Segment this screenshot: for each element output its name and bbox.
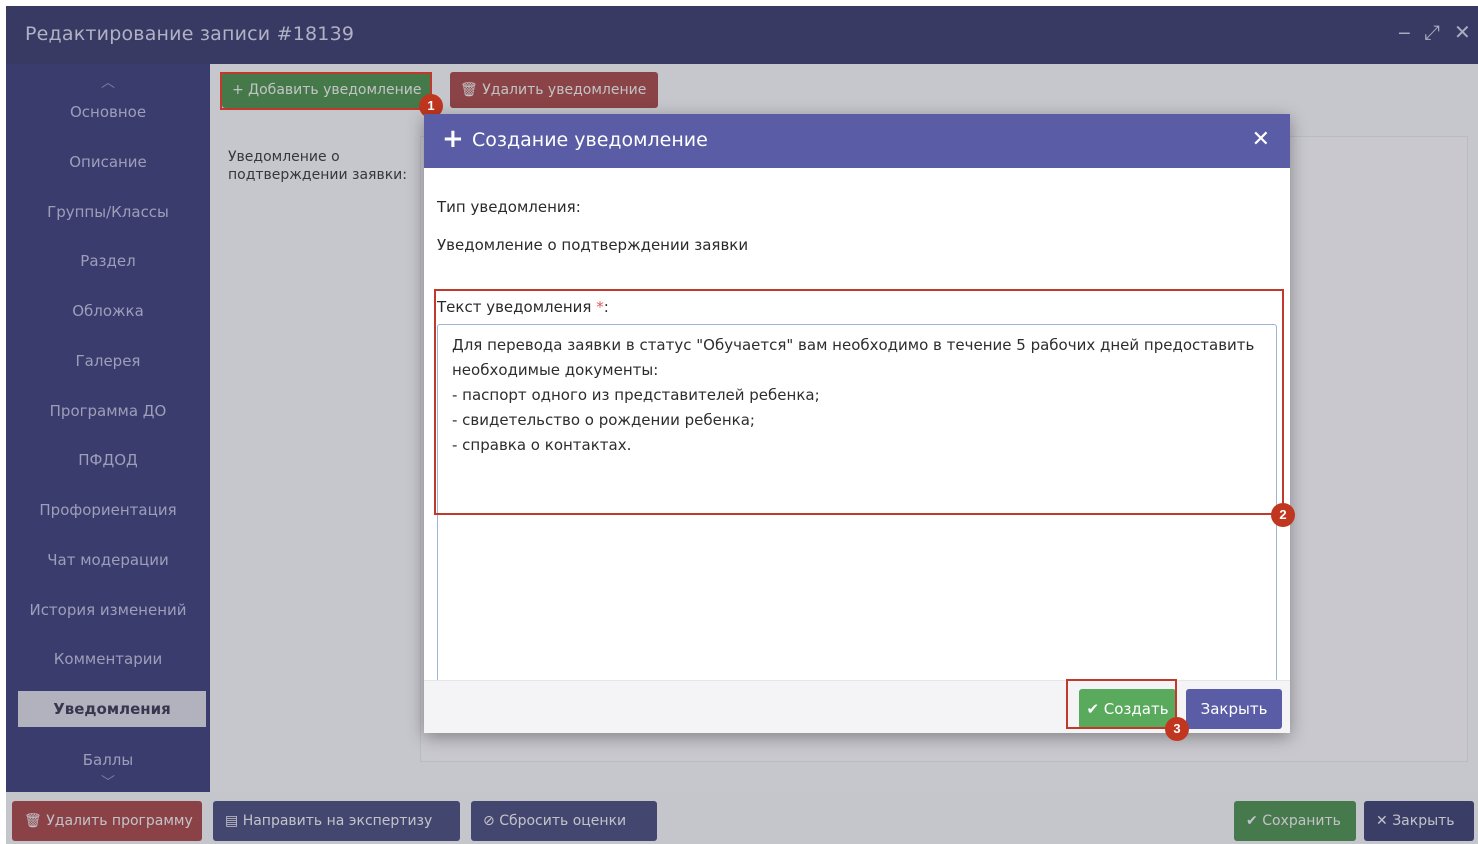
dialog-footer: ✔ Создать Закрыть (424, 680, 1290, 733)
step-marker-3: 3 (1165, 717, 1189, 741)
minimize-icon[interactable]: ‒ (1398, 20, 1411, 44)
text-label-text: Текст уведомления (437, 298, 592, 316)
sidebar-item-groups[interactable]: Группы/Классы (6, 192, 210, 232)
delete-notification-label: Удалить уведомление (482, 82, 647, 98)
ban-icon: ⊘ (483, 813, 500, 829)
close-label: Закрыть (1392, 813, 1455, 829)
sidebar-item-cover[interactable]: Обложка (6, 291, 210, 331)
sidebar-item-comments[interactable]: Комментарии (6, 639, 210, 679)
delete-program-button[interactable]: 🗑 Удалить программу (12, 801, 202, 841)
title-bar: Редактирование записи #18139 ‒ ⤢ ✕ (6, 6, 1478, 64)
delete-program-label: Удалить программу (46, 813, 193, 829)
delete-notification-button[interactable]: 🗑 Удалить уведомление (450, 72, 658, 108)
check-icon: ✔ (1246, 813, 1263, 829)
text-line: - паспорт одного из представителей ребен… (452, 386, 820, 404)
add-notification-button[interactable]: + Добавить уведомление (222, 72, 432, 108)
save-button[interactable]: ✔ Сохранить (1234, 801, 1356, 841)
create-button[interactable]: ✔ Создать (1079, 689, 1176, 729)
bottom-toolbar: 🗑 Удалить программу ▤ Направить на экспе… (6, 792, 1478, 844)
sidebar-item-program[interactable]: Программа ДО (6, 391, 210, 431)
sidebar-item-section[interactable]: Раздел (6, 241, 210, 281)
dialog-close-button[interactable]: Закрыть (1186, 689, 1282, 729)
notification-text-field[interactable]: Для перевода заявки в статус "Обучается"… (437, 324, 1277, 684)
close-icon[interactable]: ✕ (1252, 126, 1270, 154)
sidebar-item-career[interactable]: Профориентация (6, 490, 210, 530)
required-mark: * (596, 298, 604, 316)
sidebar-item-gallery[interactable]: Галерея (6, 341, 210, 381)
trash-icon: 🗑 (24, 813, 47, 829)
sidebar-item-points[interactable]: Баллы (6, 750, 210, 770)
check-icon: ✔ (1086, 700, 1104, 718)
type-value: Уведомление о подтверждении заявки (437, 236, 749, 254)
trash-icon: 🗑 (460, 82, 483, 98)
close-button[interactable]: ✕ Закрыть (1364, 801, 1474, 841)
window-title: Редактирование записи #18139 (25, 23, 355, 45)
create-label: Создать (1103, 700, 1169, 718)
close-icon[interactable]: ✕ (1454, 20, 1471, 44)
sidebar-item-notifications[interactable]: Уведомления (18, 691, 206, 727)
sidebar-item-history[interactable]: История изменений (6, 590, 210, 630)
sidebar-item-main[interactable]: Основное (6, 92, 210, 132)
create-notification-dialog: + Создание уведомление ✕ Тип уведомления… (424, 114, 1290, 733)
sidebar-item-pfdod[interactable]: ПФДОД (6, 440, 210, 480)
type-label: Тип уведомления: (437, 198, 581, 216)
chevron-up-icon[interactable]: ︿ (100, 72, 116, 91)
dialog-title: Создание уведомление (472, 129, 708, 151)
chevron-down-icon[interactable]: ﹀ (100, 772, 116, 791)
text-label-colon: : (603, 298, 609, 316)
document-icon: ▤ (225, 813, 243, 829)
dialog-header: + Создание уведомление ✕ (424, 114, 1290, 168)
sidebar-item-description[interactable]: Описание (6, 142, 210, 182)
notification-label: Уведомление о подтверждении заявки: (228, 149, 407, 183)
sidebar-item-moderation-chat[interactable]: Чат модерации (6, 540, 210, 580)
reset-scores-button[interactable]: ⊘ Сбросить оценки (471, 801, 657, 841)
sidebar: ︿ Основное Описание Группы/Классы Раздел… (6, 64, 210, 792)
text-line: необходимые документы: (452, 361, 659, 379)
step-marker-2: 2 (1271, 503, 1295, 527)
send-expertise-button[interactable]: ▤ Направить на экспертизу (213, 801, 460, 841)
text-line: Для перевода заявки в статус "Обучается"… (452, 336, 1255, 354)
app-window: Редактирование записи #18139 ‒ ⤢ ✕ ︿ Осн… (6, 6, 1478, 844)
plus-icon: + (442, 124, 464, 154)
text-line: - свидетельство о рождении ребенка; (452, 411, 755, 429)
close-icon: ✕ (1376, 813, 1393, 829)
save-label: Сохранить (1262, 813, 1341, 829)
maximize-icon[interactable]: ⤢ (1424, 20, 1440, 44)
send-expertise-label: Направить на экспертизу (242, 813, 433, 829)
reset-scores-label: Сбросить оценки (499, 813, 627, 829)
text-line: - справка о контактах. (452, 436, 632, 454)
text-label: Текст уведомления *: (437, 298, 609, 316)
